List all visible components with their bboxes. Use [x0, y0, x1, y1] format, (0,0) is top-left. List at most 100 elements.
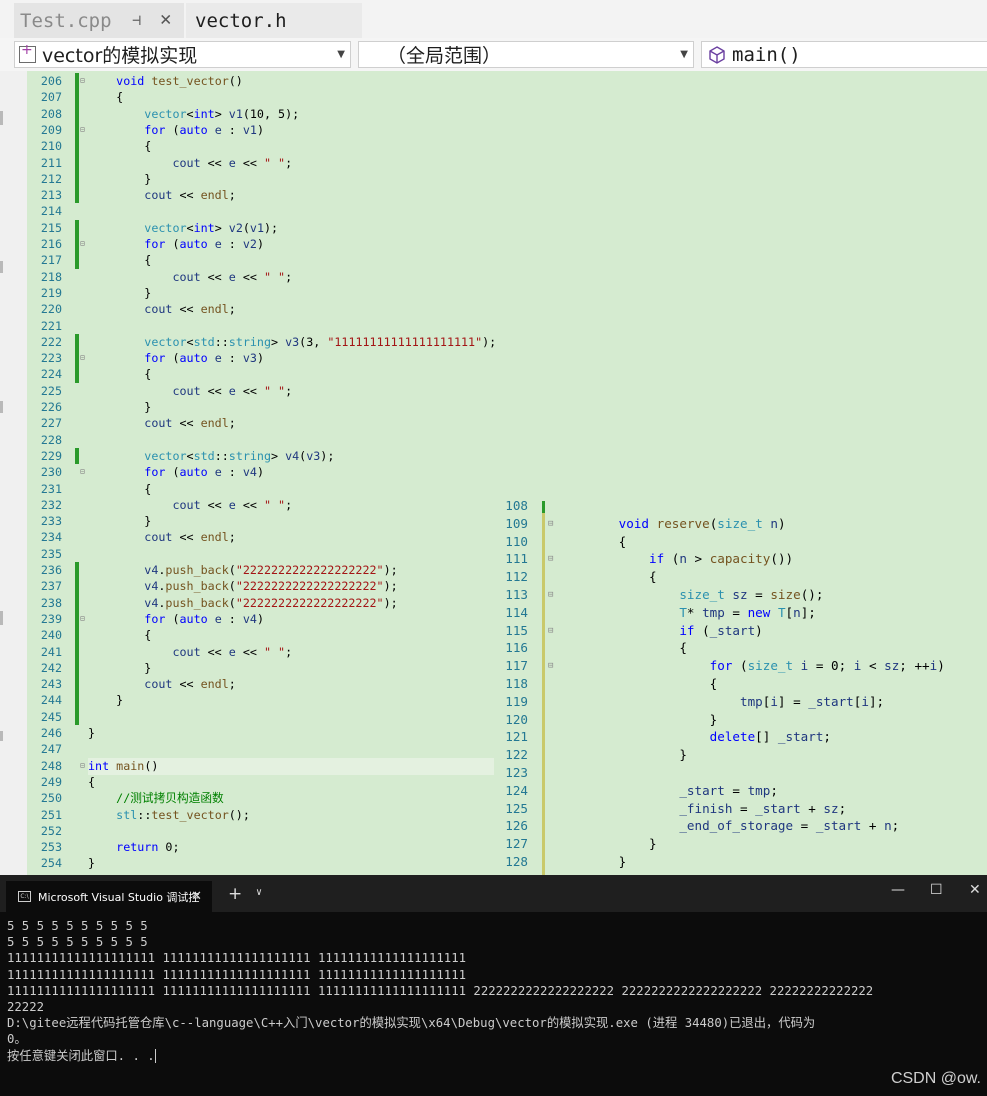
- code-line[interactable]: _start = tmp;: [558, 782, 778, 800]
- code-line[interactable]: cout << endl;: [88, 676, 236, 693]
- chevron-down-icon[interactable]: ∨: [256, 887, 262, 898]
- line-number: 111: [505, 551, 528, 567]
- code-line[interactable]: {: [88, 627, 151, 644]
- code-line[interactable]: for (size_t i = 0; i < sz; ++i): [558, 657, 945, 675]
- console-tab[interactable]: C:\ Microsoft Visual Studio 调试控 ✕: [6, 881, 212, 912]
- code-line[interactable]: }: [88, 513, 151, 530]
- code-line[interactable]: {: [88, 366, 151, 383]
- code-line[interactable]: }: [88, 399, 151, 416]
- close-tab-icon[interactable]: ✕: [191, 889, 202, 904]
- scope-value: （全局范围）: [387, 45, 502, 67]
- code-line[interactable]: cout << endl;: [88, 529, 236, 546]
- code-line[interactable]: for (auto e : v1): [88, 122, 264, 139]
- fold-toggle-icon[interactable]: ⊟: [548, 555, 557, 564]
- line-number: 218: [40, 269, 62, 284]
- code-line[interactable]: cout << endl;: [88, 415, 236, 432]
- code-line[interactable]: tmp[i] = _start[i];: [558, 693, 884, 711]
- code-line[interactable]: }: [88, 171, 151, 188]
- code-line[interactable]: cout << e << " ";: [88, 155, 292, 172]
- code-line[interactable]: void reserve(size_t n): [558, 515, 786, 533]
- code-line[interactable]: }: [558, 746, 687, 764]
- line-number: 245: [40, 709, 62, 724]
- line-number: 116: [505, 640, 528, 656]
- code-line[interactable]: {: [88, 774, 95, 791]
- code-line[interactable]: }: [88, 855, 95, 872]
- code-line[interactable]: v4.push_back("2222222222222222222");: [88, 578, 397, 595]
- code-editor[interactable]: ⊟ ⊟ ⊟ ⊟ ⊟ ⊟ ⊟ 206 void test_vector() 207 {208 ve…: [0, 71, 987, 875]
- code-line[interactable]: vector<std::string> v3(3, "1111111111111…: [88, 334, 496, 351]
- code-line[interactable]: if (_start): [558, 622, 762, 640]
- code-line[interactable]: cout << e << " ";: [88, 497, 292, 514]
- code-line[interactable]: {: [558, 639, 687, 657]
- code-line[interactable]: vector<int> v2(v1);: [88, 220, 278, 237]
- debug-console-window[interactable]: C:\ Microsoft Visual Studio 调试控 ✕ + ∨ — …: [0, 875, 987, 1096]
- code-line[interactable]: T* tmp = new T[n];: [558, 604, 816, 622]
- line-number: 118: [505, 676, 528, 691]
- code-line[interactable]: }: [88, 285, 151, 302]
- code-line[interactable]: cout << e << " ";: [88, 269, 292, 286]
- code-line[interactable]: {: [88, 481, 151, 498]
- fold-toggle-icon[interactable]: ⊟: [548, 519, 557, 529]
- code-line[interactable]: vector<int> v1(10, 5);: [88, 106, 299, 123]
- line-number: 248: [40, 758, 62, 773]
- fold-toggle-icon[interactable]: ⊟: [548, 662, 557, 671]
- code-line[interactable]: {: [88, 252, 151, 269]
- line-number: 213: [40, 188, 62, 203]
- code-line[interactable]: cout << endl;: [88, 187, 236, 204]
- close-icon[interactable]: ✕: [160, 8, 171, 30]
- project-dropdown[interactable]: vector的模拟实现 ▼: [14, 41, 351, 68]
- line-number: 241: [40, 644, 62, 659]
- code-line[interactable]: }: [558, 853, 627, 871]
- code-line[interactable]: v4.push_back("2222222222222222222");: [88, 562, 397, 579]
- peek-definition-window[interactable]: ⊟ ⊟ ⊟ ⊟ ⊟ 108 109 void reserve(size_t n) 110 {1…: [496, 498, 987, 875]
- tab-vector-h[interactable]: vector.h: [186, 3, 362, 38]
- code-line[interactable]: for (auto e : v3): [88, 350, 264, 367]
- code-line[interactable]: }: [88, 725, 95, 742]
- project-value: vector的模拟实现: [42, 45, 198, 67]
- code-line[interactable]: v4.push_back("2222222222222222222");: [88, 595, 397, 612]
- new-tab-icon[interactable]: +: [228, 884, 242, 904]
- code-line[interactable]: }: [88, 692, 123, 709]
- code-line[interactable]: {: [558, 533, 627, 551]
- code-line[interactable]: for (auto e : v2): [88, 236, 264, 253]
- member-dropdown[interactable]: main(): [701, 41, 987, 68]
- tab-test-cpp[interactable]: Test.cpp ⊣ ✕: [14, 3, 184, 38]
- code-line[interactable]: for (auto e : v4): [88, 611, 264, 628]
- code-line[interactable]: }: [558, 711, 718, 729]
- code-line[interactable]: int main(): [88, 757, 494, 775]
- code-line[interactable]: vector<std::string> v4(v3);: [88, 448, 334, 465]
- fold-toggle-icon[interactable]: ⊟: [548, 591, 557, 600]
- pin-icon[interactable]: ⊣: [132, 11, 141, 29]
- code-line[interactable]: {: [558, 675, 718, 693]
- line-number: 114: [505, 604, 528, 620]
- fold-toggle-icon[interactable]: ⊟: [548, 626, 557, 636]
- change-indicator-bar: [75, 333, 79, 383]
- maximize-button[interactable]: ☐: [930, 882, 943, 898]
- code-line[interactable]: }: [558, 835, 657, 853]
- code-line[interactable]: }: [88, 660, 151, 677]
- code-line[interactable]: _finish = _start + sz;: [558, 800, 846, 818]
- code-line[interactable]: void test_vector(): [88, 73, 243, 90]
- margin-mark: [0, 401, 3, 413]
- code-line[interactable]: {: [558, 568, 657, 586]
- close-window-button[interactable]: ✕: [969, 882, 981, 898]
- code-line[interactable]: cout << e << " ";: [88, 644, 292, 661]
- code-line[interactable]: delete[] _start;: [558, 728, 831, 746]
- code-line[interactable]: size_t sz = size();: [558, 586, 823, 604]
- code-line[interactable]: {: [88, 138, 151, 155]
- scope-dropdown[interactable]: （全局范围） ▼: [358, 41, 694, 68]
- code-line[interactable]: cout << endl;: [88, 301, 236, 318]
- code-line[interactable]: //测试拷贝构造函数: [88, 790, 224, 807]
- code-line[interactable]: {: [88, 89, 123, 106]
- minimize-button[interactable]: —: [891, 882, 905, 898]
- code-line[interactable]: cout << e << " ";: [88, 383, 292, 400]
- line-number: 223: [40, 351, 62, 366]
- code-line[interactable]: if (n > capacity()): [558, 550, 793, 568]
- code-line[interactable]: return 0;: [88, 839, 179, 856]
- code-line[interactable]: for (auto e : v4): [88, 464, 264, 481]
- code-line[interactable]: _end_of_storage = _start + n;: [558, 817, 899, 835]
- line-number: 217: [40, 253, 62, 268]
- line-number: 232: [40, 497, 62, 512]
- code-line[interactable]: stl::test_vector();: [88, 807, 250, 824]
- line-number: 117: [505, 658, 528, 674]
